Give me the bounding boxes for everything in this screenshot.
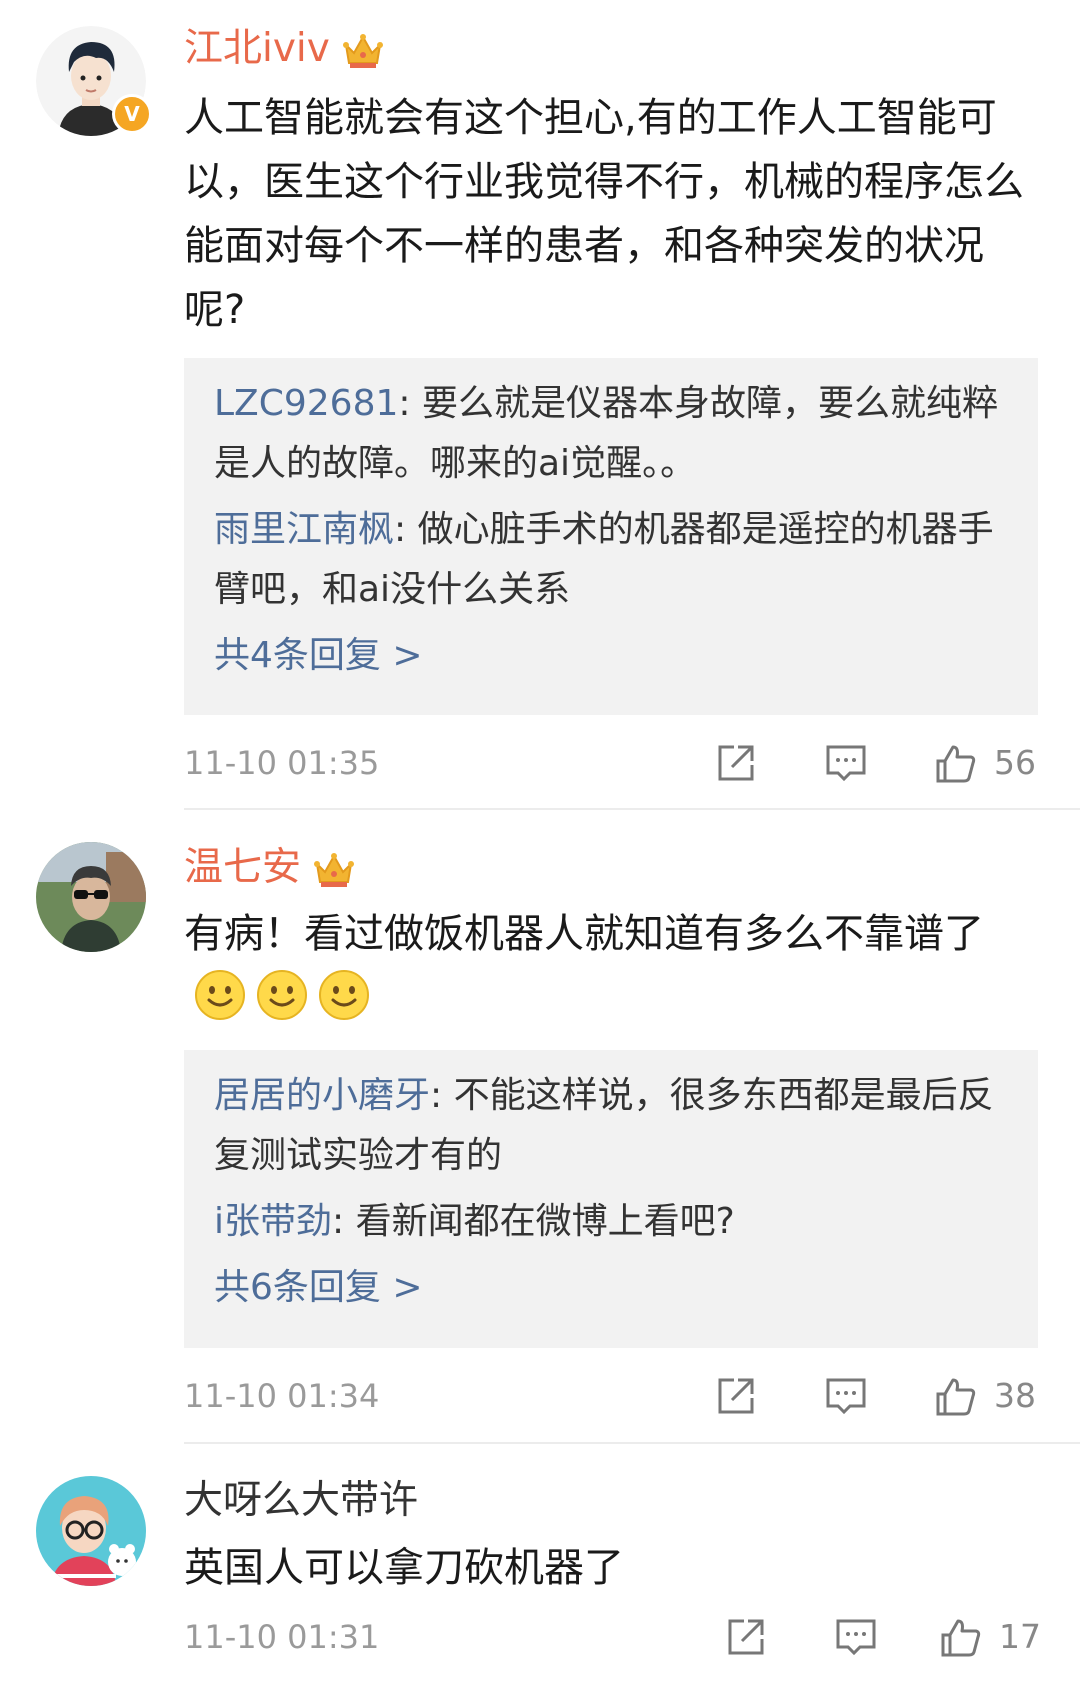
thumbs-up-icon (936, 745, 976, 783)
avatar[interactable] (36, 1476, 146, 1586)
divider (184, 808, 1080, 810)
comment-text: 有病！看过做饭机器人就知道有多么不靠谱了 (184, 902, 1024, 1030)
like-count: 17 (999, 1617, 1041, 1656)
comment-author[interactable]: 温七安 (184, 843, 355, 893)
divider (184, 1442, 1080, 1444)
smile-emoji-icon (257, 970, 307, 1020)
view-all-replies-link[interactable]: 共4条回复 > (214, 626, 1008, 686)
comment-meta: 11-10 01:34 38 (184, 1371, 1040, 1421)
like-count: 56 (994, 743, 1036, 782)
like-count: 38 (994, 1376, 1036, 1415)
timestamp: 11-10 01:31 (184, 1618, 380, 1656)
reply-separator: : (332, 1201, 356, 1242)
comment-author[interactable]: 江北iviv (184, 24, 384, 74)
reply-username[interactable]: 居居的小磨牙 (214, 1075, 430, 1116)
vip-crown-icon (314, 852, 355, 887)
avatar[interactable] (36, 842, 146, 952)
like-button[interactable]: 17 (939, 1612, 1041, 1662)
smile-emoji-icon (319, 970, 369, 1020)
share-icon (718, 745, 754, 781)
comment-icon (836, 1619, 876, 1656)
comment-text-body: 有病！看过做饭机器人就知道有多么不靠谱了 (184, 911, 984, 957)
like-button[interactable]: 38 (934, 1371, 1036, 1421)
reply-item[interactable]: 雨里江南枫: 做心脏手术的机器都是遥控的机器手臂吧，和ai没什么关系 (214, 500, 1008, 620)
share-button[interactable] (724, 1612, 768, 1662)
reply-separator: : (394, 509, 418, 550)
comment-text: 英国人可以拿刀砍机器了 (184, 1545, 624, 1591)
smile-emoji-icon (195, 970, 245, 1020)
timestamp: 11-10 01:34 (184, 1377, 380, 1415)
comment-button[interactable] (824, 1371, 868, 1421)
comment-icon (826, 1378, 866, 1415)
comment-text: 人工智能就会有这个担心,有的工作人工智能可以，医生这个行业我觉得不行，机械的程序… (184, 95, 1024, 333)
vip-crown-icon (342, 33, 383, 68)
thumbs-up-icon (936, 1378, 976, 1416)
author-name[interactable]: 大呀么大带许 (184, 1478, 418, 1523)
share-icon (718, 1378, 754, 1414)
reply-text: 看新闻都在微博上看吧? (355, 1201, 735, 1242)
comment-author[interactable]: 大呀么大带许 (184, 1476, 418, 1526)
reply-separator: : (398, 383, 422, 424)
comment-button[interactable] (824, 738, 868, 788)
reply-box[interactable]: 居居的小磨牙: 不能这样说，很多东西都是最后反复测试实验才有的 i张带劲: 看新… (184, 1050, 1038, 1348)
reply-item[interactable]: i张带劲: 看新闻都在微博上看吧? (214, 1192, 1008, 1252)
comment-icon (826, 745, 866, 782)
comment-meta: 11-10 01:31 17 (184, 1612, 1041, 1662)
thumbs-up-icon (941, 1619, 981, 1657)
view-all-replies-link[interactable]: 共6条回复 > (214, 1258, 1008, 1318)
share-button[interactable] (714, 1371, 758, 1421)
author-name[interactable]: 江北iviv (184, 26, 330, 71)
reply-box[interactable]: LZC92681: 要么就是仪器本身故障，要么就纯粹是人的故障。哪来的ai觉醒。… (184, 358, 1038, 715)
author-name[interactable]: 温七安 (184, 845, 301, 890)
reply-item[interactable]: 居居的小磨牙: 不能这样说，很多东西都是最后反复测试实验才有的 (214, 1066, 1008, 1186)
share-icon (728, 1619, 764, 1655)
reply-item[interactable]: LZC92681: 要么就是仪器本身故障，要么就纯粹是人的故障。哪来的ai觉醒。… (214, 374, 1008, 494)
reply-username[interactable]: LZC92681 (214, 383, 398, 424)
like-button[interactable]: 56 (934, 738, 1036, 788)
comment-button[interactable] (834, 1612, 878, 1662)
timestamp: 11-10 01:35 (184, 744, 380, 782)
reply-username[interactable]: 雨里江南枫 (214, 509, 394, 550)
reply-separator: : (430, 1075, 454, 1116)
reply-username[interactable]: i张带劲 (214, 1201, 332, 1242)
comment-meta: 11-10 01:35 56 (184, 738, 1040, 788)
verified-badge: V (112, 94, 152, 134)
share-button[interactable] (714, 738, 758, 788)
